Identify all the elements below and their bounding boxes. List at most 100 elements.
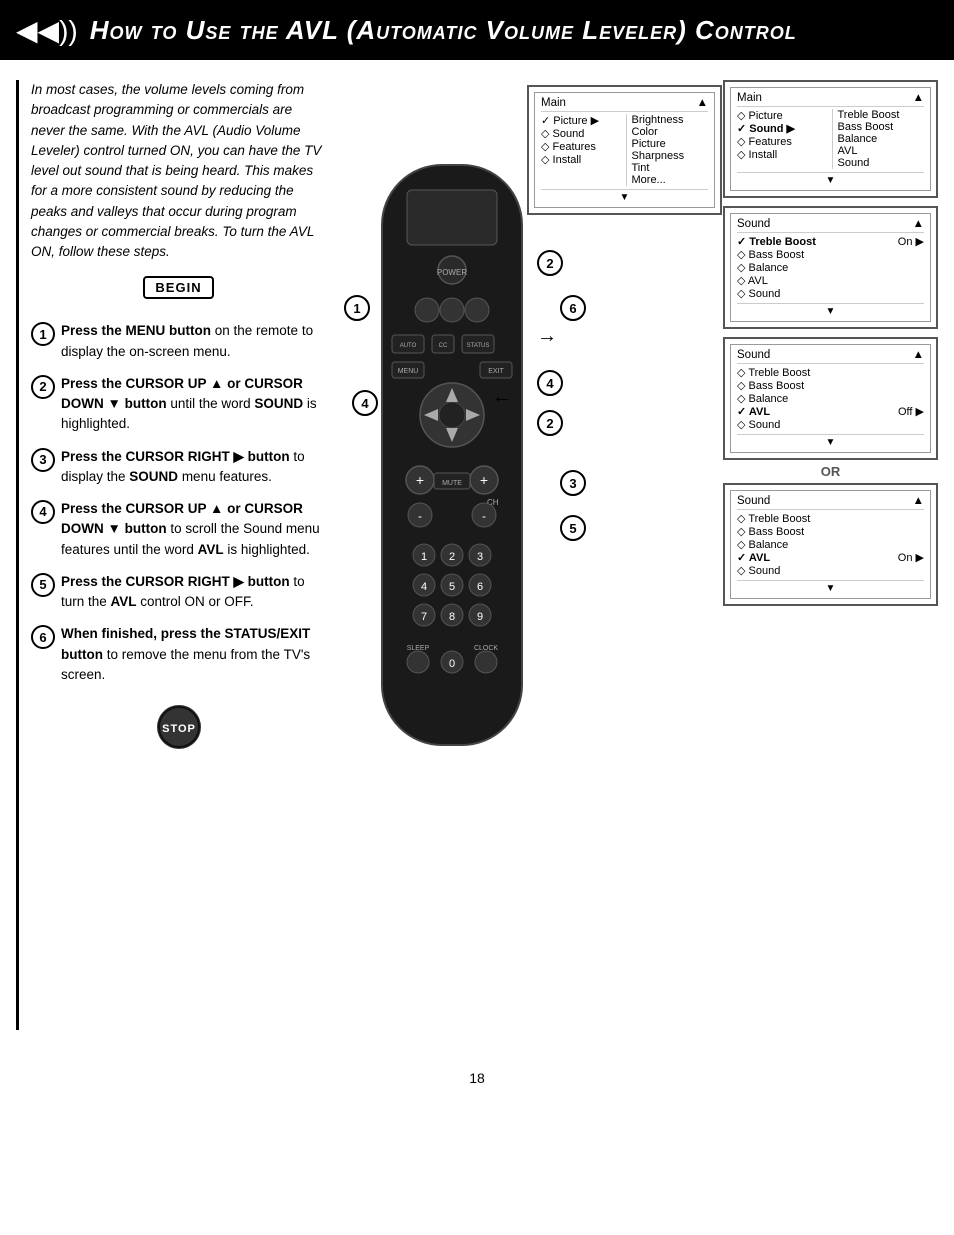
menu2-up-arrow: ▲ bbox=[913, 92, 924, 104]
menu5-header: Sound bbox=[737, 495, 770, 507]
menu1-sub-sharpness: Sharpness bbox=[632, 150, 709, 162]
step-6: 6 When finished, press the STATUS/EXIT b… bbox=[31, 624, 326, 685]
menu5-up-arrow: ▲ bbox=[913, 495, 924, 507]
menu5-item-trebleboost: ◇ Treble Boost bbox=[737, 512, 924, 525]
menu3-item-trebleboost: ✓ Treble Boost On ▶ bbox=[737, 235, 924, 248]
svg-text:+: + bbox=[480, 472, 488, 488]
menu3-item-bassboost: ◇ Bass Boost bbox=[737, 248, 924, 261]
volume-icon: ◀◀)) bbox=[16, 14, 78, 47]
svg-text:6: 6 bbox=[477, 581, 483, 593]
svg-text:POWER: POWER bbox=[437, 268, 467, 277]
step-text-3: Press the CURSOR RIGHT ▶ button to displ… bbox=[61, 447, 326, 488]
menu1-sub-color: Color bbox=[632, 126, 709, 138]
step-5: 5 Press the CURSOR RIGHT ▶ button to tur… bbox=[31, 572, 326, 613]
screen-menu-2: Main ▲ ◇ Picture ✓ Sound ▶ ◇ Features ◇ … bbox=[723, 80, 938, 198]
menu2-features: ◇ Features bbox=[737, 135, 824, 148]
menu5-item-sound: ◇ Sound bbox=[737, 564, 924, 577]
menu4-item-balance: ◇ Balance bbox=[737, 392, 924, 405]
svg-text:0: 0 bbox=[449, 658, 455, 670]
bubble-4: 4 bbox=[537, 370, 563, 396]
svg-text:-: - bbox=[418, 509, 422, 523]
step-text-6: When finished, press the STATUS/EXIT but… bbox=[61, 624, 326, 685]
arrow-annotation-right: → bbox=[537, 325, 557, 348]
screen-menu-1: Main ▲ ✓ Picture ▶ ◇ Sound ◇ Features ◇ … bbox=[527, 85, 722, 215]
svg-text:AUTO: AUTO bbox=[400, 343, 417, 349]
remote-control: POWER AUTO CC STATUS MENU EXIT bbox=[352, 160, 552, 785]
step-num-4: 4 bbox=[31, 500, 55, 524]
svg-text:3: 3 bbox=[477, 551, 483, 563]
step-3: 3 Press the CURSOR RIGHT ▶ button to dis… bbox=[31, 447, 326, 488]
step-4: 4 Press the CURSOR UP ▲ or CURSOR DOWN ▼… bbox=[31, 499, 326, 560]
menu1-sub-tint: Tint bbox=[632, 162, 709, 174]
screen-menu-5: Sound ▲ ◇ Treble Boost ◇ Bass Boost ◇ Ba… bbox=[723, 483, 938, 606]
menu1-item-install: ◇ Install bbox=[541, 153, 618, 166]
menu2-header: Main bbox=[737, 92, 762, 104]
remote-svg: POWER AUTO CC STATUS MENU EXIT bbox=[352, 160, 552, 780]
bubble-4-left: 4 bbox=[352, 390, 378, 416]
step-text-5: Press the CURSOR RIGHT ▶ button to turn … bbox=[61, 572, 326, 613]
menu2-picture: ◇ Picture bbox=[737, 109, 824, 122]
page-header: ◀◀)) How to Use the AVL (Automatic Volum… bbox=[0, 0, 954, 60]
menu2-sound: ✓ Sound ▶ bbox=[737, 122, 824, 135]
svg-text:STOP: STOP bbox=[162, 723, 196, 735]
step-num-6: 6 bbox=[31, 625, 55, 649]
step-num-1: 1 bbox=[31, 322, 55, 346]
step-1: 1 Press the MENU button on the remote to… bbox=[31, 321, 326, 362]
svg-text:EXIT: EXIT bbox=[488, 368, 504, 375]
menu1-item-picture: ✓ Picture ▶ bbox=[541, 114, 618, 127]
svg-text:4: 4 bbox=[421, 581, 427, 593]
menu4-item-bassboost: ◇ Bass Boost bbox=[737, 379, 924, 392]
svg-text:MENU: MENU bbox=[398, 368, 419, 375]
menu4-item-avl: ✓ AVL Off ▶ bbox=[737, 405, 924, 418]
menu2-sub-sound: Sound bbox=[838, 157, 925, 169]
menu5-item-avl: ✓ AVL On ▶ bbox=[737, 551, 924, 564]
stop-badge: STOP bbox=[157, 705, 201, 749]
menu2-sub-avl: AVL bbox=[838, 145, 925, 157]
menu2-sub-balance: Balance bbox=[838, 133, 925, 145]
menu1-item-features: ◇ Features bbox=[541, 140, 618, 153]
svg-text:8: 8 bbox=[449, 611, 455, 623]
menu2-sub-bassboost: Bass Boost bbox=[838, 121, 925, 133]
svg-text:STATUS: STATUS bbox=[467, 343, 490, 349]
step-num-3: 3 bbox=[31, 448, 55, 472]
step-text-1: Press the MENU button on the remote to d… bbox=[61, 321, 326, 362]
menu1-item-sound: ◇ Sound bbox=[541, 127, 618, 140]
menu3-up-arrow: ▲ bbox=[913, 218, 924, 230]
menu5-item-bassboost: ◇ Bass Boost bbox=[737, 525, 924, 538]
menu1-sub-brightness: Brightness bbox=[632, 114, 709, 126]
menu3-item-avl: ◇ AVL bbox=[737, 274, 924, 287]
screen-menu-3: Sound ▲ ✓ Treble Boost On ▶ ◇ Bass Boost… bbox=[723, 206, 938, 329]
main-content: In most cases, the volume levels coming … bbox=[0, 60, 954, 1050]
screen-menu-4: Sound ▲ ◇ Treble Boost ◇ Bass Boost ◇ Ba… bbox=[723, 337, 938, 460]
arrow-annotation-left: → bbox=[492, 390, 512, 413]
menu4-item-sound: ◇ Sound bbox=[737, 418, 924, 431]
menu1-sub-more: More... bbox=[632, 174, 709, 186]
menu1-up-arrow: ▲ bbox=[697, 97, 708, 109]
bubble-6: 6 bbox=[560, 295, 586, 321]
svg-text:MUTE: MUTE bbox=[442, 480, 462, 487]
bubble-5: 5 bbox=[560, 515, 586, 541]
bubble-2-top: 2 bbox=[537, 250, 563, 276]
bubble-2-bottom: 2 bbox=[537, 410, 563, 436]
step-num-5: 5 bbox=[31, 573, 55, 597]
begin-badge: BEGIN bbox=[143, 276, 213, 299]
menu2-sub-trebleboost: Treble Boost bbox=[838, 109, 925, 121]
menu3-item-sound: ◇ Sound bbox=[737, 287, 924, 300]
or-label: OR bbox=[723, 464, 938, 479]
intro-text: In most cases, the volume levels coming … bbox=[31, 80, 326, 262]
svg-text:2: 2 bbox=[449, 551, 455, 563]
step-num-2: 2 bbox=[31, 375, 55, 399]
svg-text:9: 9 bbox=[477, 611, 483, 623]
step-2: 2 Press the CURSOR UP ▲ or CURSOR DOWN ▼… bbox=[31, 374, 326, 435]
svg-text:-: - bbox=[482, 509, 486, 523]
menu3-header: Sound bbox=[737, 218, 770, 230]
menus-stack: Main ▲ ◇ Picture ✓ Sound ▶ ◇ Features ◇ … bbox=[723, 80, 938, 606]
svg-text:7: 7 bbox=[421, 611, 427, 623]
step-text-4: Press the CURSOR UP ▲ or CURSOR DOWN ▼ b… bbox=[61, 499, 326, 560]
right-panel: Main ▲ ✓ Picture ▶ ◇ Sound ◇ Features ◇ … bbox=[342, 80, 938, 1030]
page-number: 18 bbox=[0, 1050, 954, 1096]
left-panel: In most cases, the volume levels coming … bbox=[16, 80, 326, 1030]
page-title: How to Use the AVL (Automatic Volume Lev… bbox=[90, 15, 797, 46]
menu4-header: Sound bbox=[737, 349, 770, 361]
svg-text:1: 1 bbox=[421, 551, 427, 563]
